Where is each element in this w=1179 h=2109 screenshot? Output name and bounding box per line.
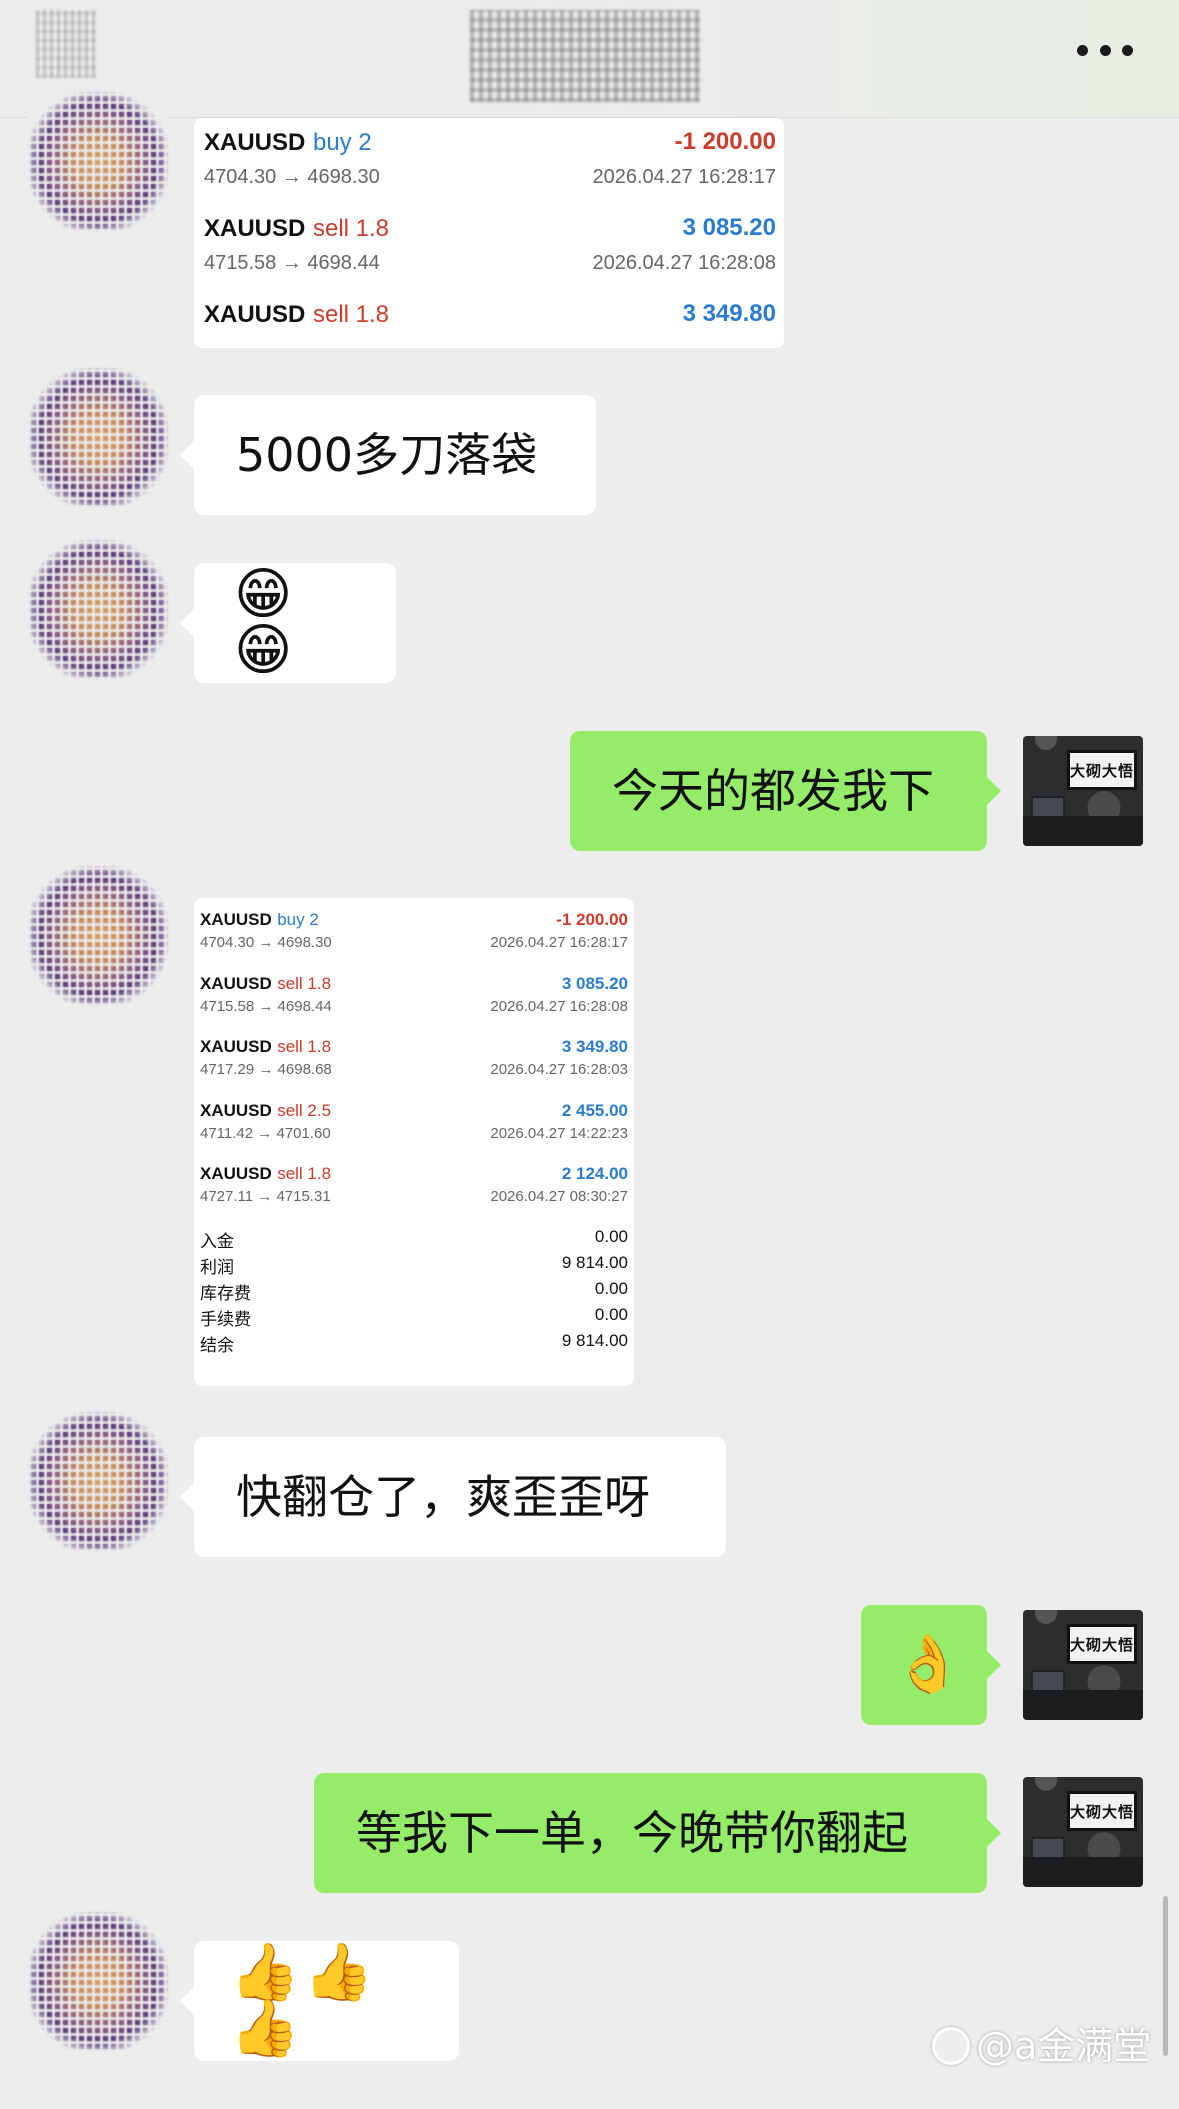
message-bubble[interactable]: 😁😁	[180, 562, 396, 683]
trade-symbol: XAUUSD	[200, 973, 272, 993]
trade-side: sell 1.8	[312, 215, 390, 242]
my-avatar[interactable]: 大砌大悟	[1023, 1610, 1143, 1720]
trade-symbol: XAUUSD	[200, 1037, 272, 1056]
trade-time: 2026.04.27 16:28:03	[490, 1061, 628, 1078]
message-bubble[interactable]: 👍👍👍	[180, 1940, 459, 2061]
trade-prices: 4704.30 → 4698.30	[200, 934, 332, 951]
grin-emoji-icon: 😁😁	[234, 562, 297, 683]
summary-row: 手续费 0.00	[194, 1302, 634, 1329]
chat-title-blurred	[470, 10, 700, 102]
trade-symbol: XAUUSD	[204, 215, 306, 242]
summary-label: 入金	[200, 1231, 234, 1251]
summary-row: 库存费 0.00	[194, 1276, 634, 1303]
trade-side: buy 2	[312, 129, 372, 156]
trade-symbol: XAUUSD	[200, 910, 272, 929]
account-summary: 入金 0.00 利润 9 814.00 库存费 0.00 手续费 0.00 结余 9 81…	[194, 1224, 634, 1355]
trade-prices: 4704.30 → 4698.30	[204, 166, 380, 188]
trade-symbol: XAUUSD	[204, 301, 306, 328]
thumbs-up-emoji-icon: 👍👍👍	[230, 1940, 378, 2061]
trade-symbol: XAUUSD	[200, 1164, 272, 1183]
my-avatar[interactable]: 大砌大悟	[1023, 736, 1143, 846]
trade-side: sell 2.5	[277, 1100, 332, 1120]
summary-value: 0.00	[594, 1278, 628, 1298]
trade-time: 2026.04.27 16:28:17	[490, 934, 628, 951]
trade-row: XAUUSD buy 2 -1 200.00 4704.30 → 4698.30…	[194, 118, 784, 204]
message-text: 5000多刀落袋	[236, 428, 538, 482]
trade-row: XAUUSD sell 1.8 3 085.20 4715.58 → 4698.…	[194, 962, 634, 1026]
message-text: 快翻仓了，爽歪歪呀	[236, 1470, 650, 1524]
summary-label: 库存费	[200, 1283, 251, 1303]
watermark: @a金满堂	[932, 2015, 1151, 2070]
trade-time: 2026.04.27 16:28:17	[592, 166, 776, 188]
trade-history-image[interactable]: XAUUSD buy 2 -1 200.00 4704.30 → 4698.30…	[194, 898, 634, 1386]
scrollbar[interactable]	[1163, 1896, 1168, 2056]
message-bubble[interactable]: 快翻仓了，爽歪歪呀	[180, 1437, 726, 1557]
trade-symbol: XAUUSD	[204, 129, 306, 156]
trade-row: XAUUSD buy 2 -1 200.00 4704.30 → 4698.30…	[194, 898, 634, 962]
summary-row: 利润 9 814.00	[194, 1250, 634, 1277]
contact-avatar[interactable]	[28, 1412, 168, 1552]
trade-row: XAUUSD sell 1.8 3 349.80 4717.29 → 4698.…	[194, 1025, 634, 1089]
trade-prices: 4715.58 → 4698.44	[204, 252, 380, 274]
trade-side: sell 1.8	[277, 973, 332, 993]
my-avatar[interactable]: 大砌大悟	[1023, 1777, 1143, 1887]
trade-row: XAUUSD sell 1.8 3 085.20 4715.58 → 4698.…	[194, 204, 784, 290]
message-bubble[interactable]: 👌	[861, 1605, 1001, 1725]
trade-profit: 3 349.80	[561, 1037, 628, 1056]
trade-row: XAUUSD sell 1.8 2 124.00 4727.11 → 4715.…	[194, 1152, 634, 1216]
summary-label: 手续费	[200, 1309, 251, 1329]
message-bubble[interactable]: 等我下一单，今晚带你翻起	[314, 1773, 1001, 1893]
trade-profit: 3 085.20	[561, 973, 628, 993]
contact-avatar[interactable]	[28, 540, 168, 680]
trade-profit: -1 200.00	[674, 128, 776, 155]
trade-row: XAUUSD sell 2.5 2 455.00 4711.42 → 4701.…	[194, 1089, 634, 1153]
trade-symbol: XAUUSD	[200, 1100, 272, 1120]
trade-profit: 3 349.80	[682, 300, 776, 327]
trade-time: 2026.04.27 16:28:08	[490, 997, 628, 1015]
avatar-sign-text: 大砌大悟	[1067, 1624, 1137, 1664]
watermark-text: @a金满堂	[976, 2024, 1152, 2068]
trade-time: 2026.04.27 14:22:23	[490, 1124, 628, 1142]
message-text: 今天的都发我下	[612, 764, 934, 818]
summary-label: 结余	[200, 1335, 234, 1355]
trade-profit: -1 200.00	[556, 910, 628, 929]
trade-prices: 4727.11 → 4715.31	[200, 1188, 331, 1205]
summary-row: 入金 0.00	[194, 1224, 634, 1251]
contact-avatar[interactable]	[28, 92, 168, 232]
more-icon[interactable]	[1077, 40, 1133, 60]
back-button-blurred[interactable]	[36, 10, 96, 78]
trade-profit: 3 085.20	[682, 214, 776, 241]
trade-history-image[interactable]: XAUUSD buy 2 -1 200.00 4704.30 → 4698.30…	[194, 118, 784, 348]
chat-header	[0, 0, 1179, 118]
ok-hand-emoji-icon: 👌	[893, 1632, 967, 1697]
trade-side: sell 1.8	[277, 1164, 332, 1183]
trade-profit: 2 124.00	[561, 1164, 628, 1183]
trade-profit: 2 455.00	[561, 1100, 628, 1120]
contact-avatar[interactable]	[28, 866, 168, 1006]
message-bubble[interactable]: 5000多刀落袋	[180, 395, 596, 515]
trade-time: 2026.04.27 08:30:27	[490, 1188, 628, 1205]
trade-prices: 4717.29 → 4698.68	[200, 1061, 332, 1078]
avatar-sign-text: 大砌大悟	[1067, 1791, 1137, 1831]
trade-row: XAUUSD sell 1.8 3 349.80	[194, 290, 784, 348]
platform-logo-icon	[932, 2027, 970, 2065]
summary-label: 利润	[200, 1257, 234, 1277]
summary-value: 9 814.00	[561, 1252, 628, 1272]
summary-row: 结余 9 814.00	[194, 1328, 634, 1355]
avatar-sign-text: 大砌大悟	[1067, 750, 1137, 790]
trade-prices: 4711.42 → 4701.60	[200, 1124, 331, 1142]
trade-side: sell 1.8	[277, 1037, 332, 1056]
message-text: 等我下一单，今晚带你翻起	[356, 1806, 908, 1860]
contact-avatar[interactable]	[28, 1912, 168, 2052]
summary-value: 9 814.00	[561, 1330, 628, 1350]
trade-time: 2026.04.27 16:28:08	[592, 252, 776, 274]
summary-value: 0.00	[594, 1304, 628, 1324]
trade-side: buy 2	[277, 910, 319, 929]
trade-side: sell 1.8	[312, 301, 390, 328]
contact-avatar[interactable]	[28, 368, 168, 508]
summary-value: 0.00	[594, 1226, 628, 1246]
trade-prices: 4715.58 → 4698.44	[200, 997, 332, 1015]
message-bubble[interactable]: 今天的都发我下	[570, 731, 1001, 851]
